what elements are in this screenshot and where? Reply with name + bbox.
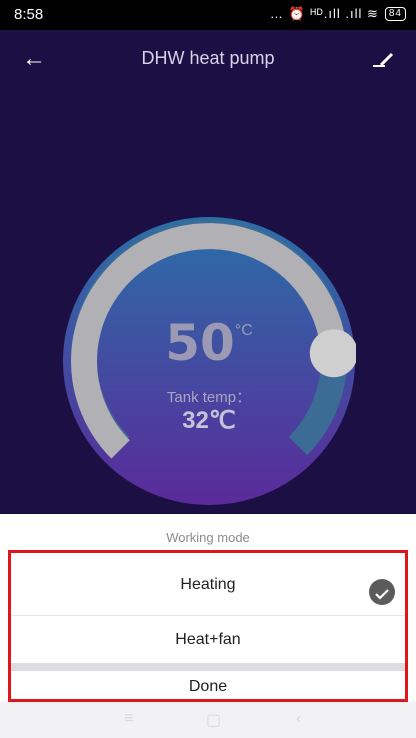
done-button[interactable]: Done [11,671,405,703]
menu-icon[interactable]: ≡ [124,710,133,728]
home-icon[interactable]: ▢ [206,710,221,730]
setpoint-readout: 50°C [62,314,356,372]
status-time: 8:58 [14,6,44,23]
divider [11,663,405,671]
temperature-dial[interactable]: 50°C Tank temp： 32℃ [62,216,356,506]
tank-temp-value: 32℃ [182,407,236,434]
check-icon [369,579,395,605]
status-bar: 8:58 … ⏰ ᴴᴰ.ıll .ıll ≋ 84 [0,0,416,30]
system-nav-bar: ≡ ▢ ‹ [0,702,416,738]
setpoint-value: 50 [165,314,235,372]
app-bar: ← DHW heat pump [0,30,416,90]
mode-option-heating[interactable]: Heating [11,561,405,609]
back-nav-icon[interactable]: ‹ [296,710,301,728]
mode-option-heat-fan[interactable]: Heat+fan [11,615,405,664]
mode-options-highlight: Heating Heat+fan Done [8,550,408,702]
page-title: DHW heat pump [141,48,275,68]
mode-option-label: Heat+fan [175,631,241,648]
status-indicators: … ⏰ ᴴᴰ.ıll .ıll ≋ [269,6,379,21]
sheet-title: Working mode [166,530,250,545]
status-icons: … ⏰ ᴴᴰ.ıll .ıll ≋ 84 [270,6,406,22]
setpoint-unit: °C [234,322,253,339]
device-screen: ← DHW heat pump 50°C Tank temp： 32℃ [0,30,416,514]
edit-icon[interactable] [368,44,398,74]
battery-icon: 84 [384,7,406,21]
mode-option-label: Heating [180,576,236,593]
tank-temp-label: Tank temp： [166,389,252,406]
